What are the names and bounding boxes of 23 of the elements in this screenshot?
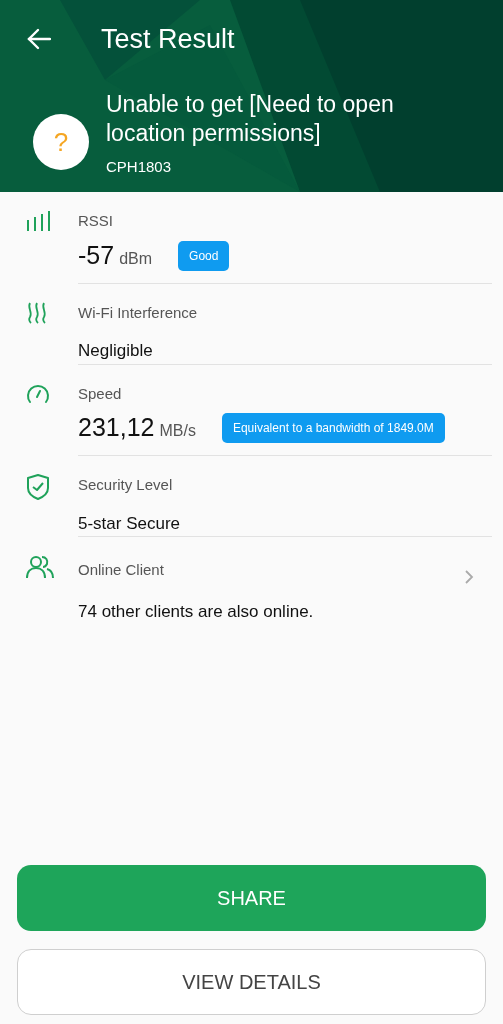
result-label: RSSI <box>78 211 113 231</box>
result-value: 5-star Secure <box>78 512 182 535</box>
result-label: Speed <box>78 383 122 404</box>
signal-bars-icon <box>26 210 50 232</box>
status-message: Unable to get [Need to open location permissions] <box>106 90 395 148</box>
result-label: Online Client <box>78 559 164 580</box>
back-arrow-icon <box>27 28 51 50</box>
result-label: Security Level <box>78 475 173 495</box>
unit-label: MB/s <box>159 421 196 441</box>
people-icon <box>26 555 54 579</box>
rating-tooltip: Equivalent to a bandwidth of 1849.0M <box>221 413 445 443</box>
result-value: 231,12 <box>78 412 155 444</box>
rating-tooltip: Good <box>178 240 230 271</box>
unit-label: dBm <box>119 248 153 269</box>
result-value: Negligible <box>78 340 154 362</box>
result-value: -57 <box>78 239 115 271</box>
gauge-icon <box>26 382 50 405</box>
page-title: Test Result <box>101 22 235 56</box>
details-button[interactable]: VIEW DETAILS <box>17 949 486 1015</box>
result-label: Wi-Fi Interference <box>78 302 198 323</box>
device-model: CPH1803 <box>106 157 173 177</box>
shield-check-icon <box>26 474 50 500</box>
result-value: 74 other clients are also online. <box>78 601 315 623</box>
